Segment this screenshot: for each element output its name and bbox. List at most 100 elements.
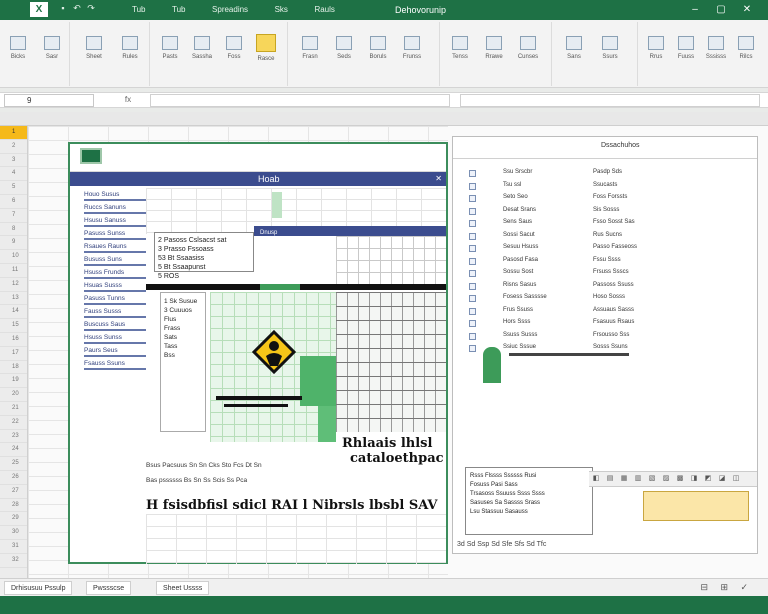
sheet-tab[interactable]: Sheet Ussss <box>156 581 210 595</box>
ribbon-button[interactable]: Sssisss <box>702 30 730 80</box>
ribbon-button[interactable]: Sans <box>560 30 588 80</box>
checkbox[interactable] <box>469 270 476 277</box>
ribbon-button[interactable]: Bicks <box>4 30 32 80</box>
ribbon-button[interactable]: Seds <box>330 30 358 80</box>
checkbox[interactable] <box>469 195 476 202</box>
ribbon-button[interactable]: Sassha <box>188 30 216 80</box>
ribbon-button[interactable]: Rules <box>116 30 144 80</box>
checkbox[interactable] <box>469 207 476 215</box>
list-item[interactable]: Ssu Srscbr Pasdp Sds <box>469 169 745 179</box>
list-item[interactable]: Sesuu Hsuss Passo Fasseoss <box>469 244 745 254</box>
row-header[interactable]: 7 <box>0 209 27 223</box>
checkbox[interactable] <box>469 282 476 290</box>
list-item[interactable]: Rsaues Rauns <box>84 240 146 253</box>
list-item[interactable]: Sossu Sost Frsuss Ssscs <box>469 269 745 279</box>
list-item[interactable]: Paurs Seus <box>84 344 146 357</box>
checkbox[interactable] <box>469 220 476 227</box>
toolbar-icon[interactable]: ◨ <box>687 472 701 486</box>
row-header[interactable]: 18 <box>0 361 27 375</box>
row-header[interactable]: 10 <box>0 250 27 264</box>
list-item[interactable]: Pasuss Tunns <box>84 292 146 305</box>
ribbon-button[interactable]: Cunses <box>514 30 542 80</box>
list-item[interactable]: Sossi Sacut Rus Sucns <box>469 232 745 242</box>
sheet-tab[interactable]: Pwssscse <box>86 581 132 595</box>
checkbox[interactable] <box>469 320 476 327</box>
redo-icon[interactable]: ↷ <box>84 3 98 14</box>
row-header[interactable]: 29 <box>0 512 27 527</box>
row-header[interactable]: 2 <box>0 140 27 154</box>
undo-icon[interactable]: ↶ <box>70 3 84 14</box>
checkbox[interactable] <box>469 332 476 340</box>
toolbar-icon[interactable]: ▦ <box>617 472 631 486</box>
checkbox[interactable] <box>469 295 476 302</box>
list-item[interactable]: Hors Ssss Fsasuus Rsaus <box>469 319 745 329</box>
ribbon-tab[interactable]: Sks <box>263 0 300 20</box>
toolbar-icon[interactable]: ◩ <box>701 472 715 486</box>
list-item[interactable]: Hsuss Frunds <box>84 266 146 279</box>
ribbon-button-highlighted[interactable]: Rasce <box>252 28 280 78</box>
toolbar-icon[interactable]: ▨ <box>659 472 673 486</box>
list-item[interactable]: Buscuss Saus <box>84 318 146 331</box>
ribbon-tab[interactable]: Rauls <box>302 0 346 20</box>
row-header[interactable]: 6 <box>0 195 27 209</box>
checkbox[interactable] <box>469 307 476 315</box>
list-item[interactable]: Ruccs Sanuns <box>84 201 146 214</box>
toolbar-icon[interactable]: ▥ <box>631 472 645 486</box>
list-item[interactable]: Tsu ssl Ssucasts <box>469 182 745 192</box>
checkbox[interactable] <box>469 245 476 252</box>
name-box[interactable]: 9 <box>4 94 94 107</box>
list-item[interactable]: Bususs Suns <box>84 253 146 266</box>
row-header[interactable]: 27 <box>0 485 27 499</box>
list-item[interactable]: Risns Sasus Passoss Ssuss <box>469 282 745 292</box>
ribbon-button[interactable]: Tenss <box>446 30 474 80</box>
row-header[interactable]: 32 <box>0 554 27 568</box>
row-header[interactable]: 31 <box>0 540 27 554</box>
toolbar-icon[interactable]: ◧ <box>589 472 603 486</box>
minimize-button[interactable]: – <box>682 0 708 20</box>
ribbon-button[interactable]: Rrawe <box>480 30 508 80</box>
row-header[interactable]: 5 <box>0 181 27 195</box>
row-header[interactable]: 1 <box>0 126 27 140</box>
page-layout-icon[interactable]: ⊟ <box>700 582 708 593</box>
list-item[interactable]: Hsusu Sanuss <box>84 214 146 227</box>
list-item[interactable]: Fsauss Ssuns <box>84 357 146 370</box>
row-header[interactable]: 28 <box>0 499 27 513</box>
checkbox[interactable] <box>469 345 476 352</box>
list-item[interactable]: Ssuss Susss Frsousso Sss <box>469 332 745 342</box>
row-header[interactable]: 16 <box>0 333 27 347</box>
formula-input[interactable] <box>150 94 450 107</box>
row-header[interactable]: 22 <box>0 416 27 430</box>
row-header[interactable]: 25 <box>0 457 27 471</box>
list-item[interactable]: Houo Susus <box>84 188 146 201</box>
ribbon-button[interactable]: Rilcs <box>732 30 760 80</box>
list-item[interactable]: Frus Ssuss Assuaus Sasss <box>469 307 745 317</box>
list-item[interactable]: Fauss Susss <box>84 305 146 318</box>
ribbon-button[interactable]: Frunss <box>398 30 426 80</box>
ribbon-tab[interactable]: Tub <box>120 0 158 20</box>
list-item[interactable]: Hsuas Susss <box>84 279 146 292</box>
row-header[interactable]: 12 <box>0 278 27 292</box>
toolbar-icon[interactable]: ▤ <box>603 472 617 486</box>
toolbar-icon[interactable]: ◪ <box>715 472 729 486</box>
formula-input-extended[interactable] <box>460 94 760 107</box>
drag-handle[interactable] <box>272 192 282 218</box>
ribbon-button[interactable]: Rrus <box>642 30 670 80</box>
toolbar-icon[interactable]: ◫ <box>729 472 743 486</box>
row-header[interactable]: 4 <box>0 167 27 182</box>
row-header[interactable]: 14 <box>0 305 27 320</box>
list-item[interactable]: Pasuss Sunss <box>84 227 146 240</box>
ribbon-tab[interactable]: Spreadins <box>200 0 260 20</box>
main-window-close-icon[interactable]: ✕ <box>435 172 442 186</box>
row-header[interactable]: 8 <box>0 223 27 237</box>
ribbon-button[interactable]: Foss <box>220 30 248 80</box>
ribbon-button[interactable]: Sheet <box>80 30 108 80</box>
row-header[interactable]: 21 <box>0 402 27 416</box>
ribbon-button[interactable]: Ssurs <box>596 30 624 80</box>
row-header[interactable]: 26 <box>0 471 27 485</box>
check-icon[interactable]: ✓ <box>740 582 748 593</box>
list-item[interactable]: Seto Seo Foss Forssts <box>469 194 745 204</box>
row-header[interactable]: 19 <box>0 374 27 389</box>
ribbon-button[interactable]: Fuuss <box>672 30 700 80</box>
maximize-button[interactable]: ▢ <box>708 0 734 20</box>
row-header[interactable]: 15 <box>0 319 27 333</box>
